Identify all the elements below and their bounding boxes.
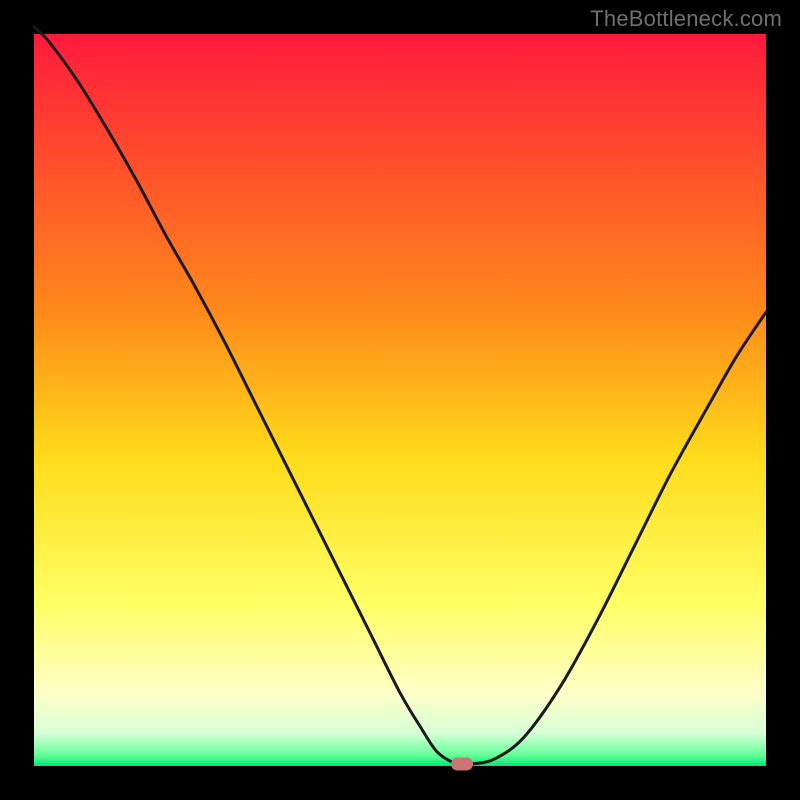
- plot-svg: [0, 0, 800, 800]
- optimal-point-marker: [451, 757, 473, 770]
- plot-background: [34, 34, 766, 766]
- bottleneck-chart: TheBottleneck.com: [0, 0, 800, 800]
- attribution-text: TheBottleneck.com: [590, 6, 782, 32]
